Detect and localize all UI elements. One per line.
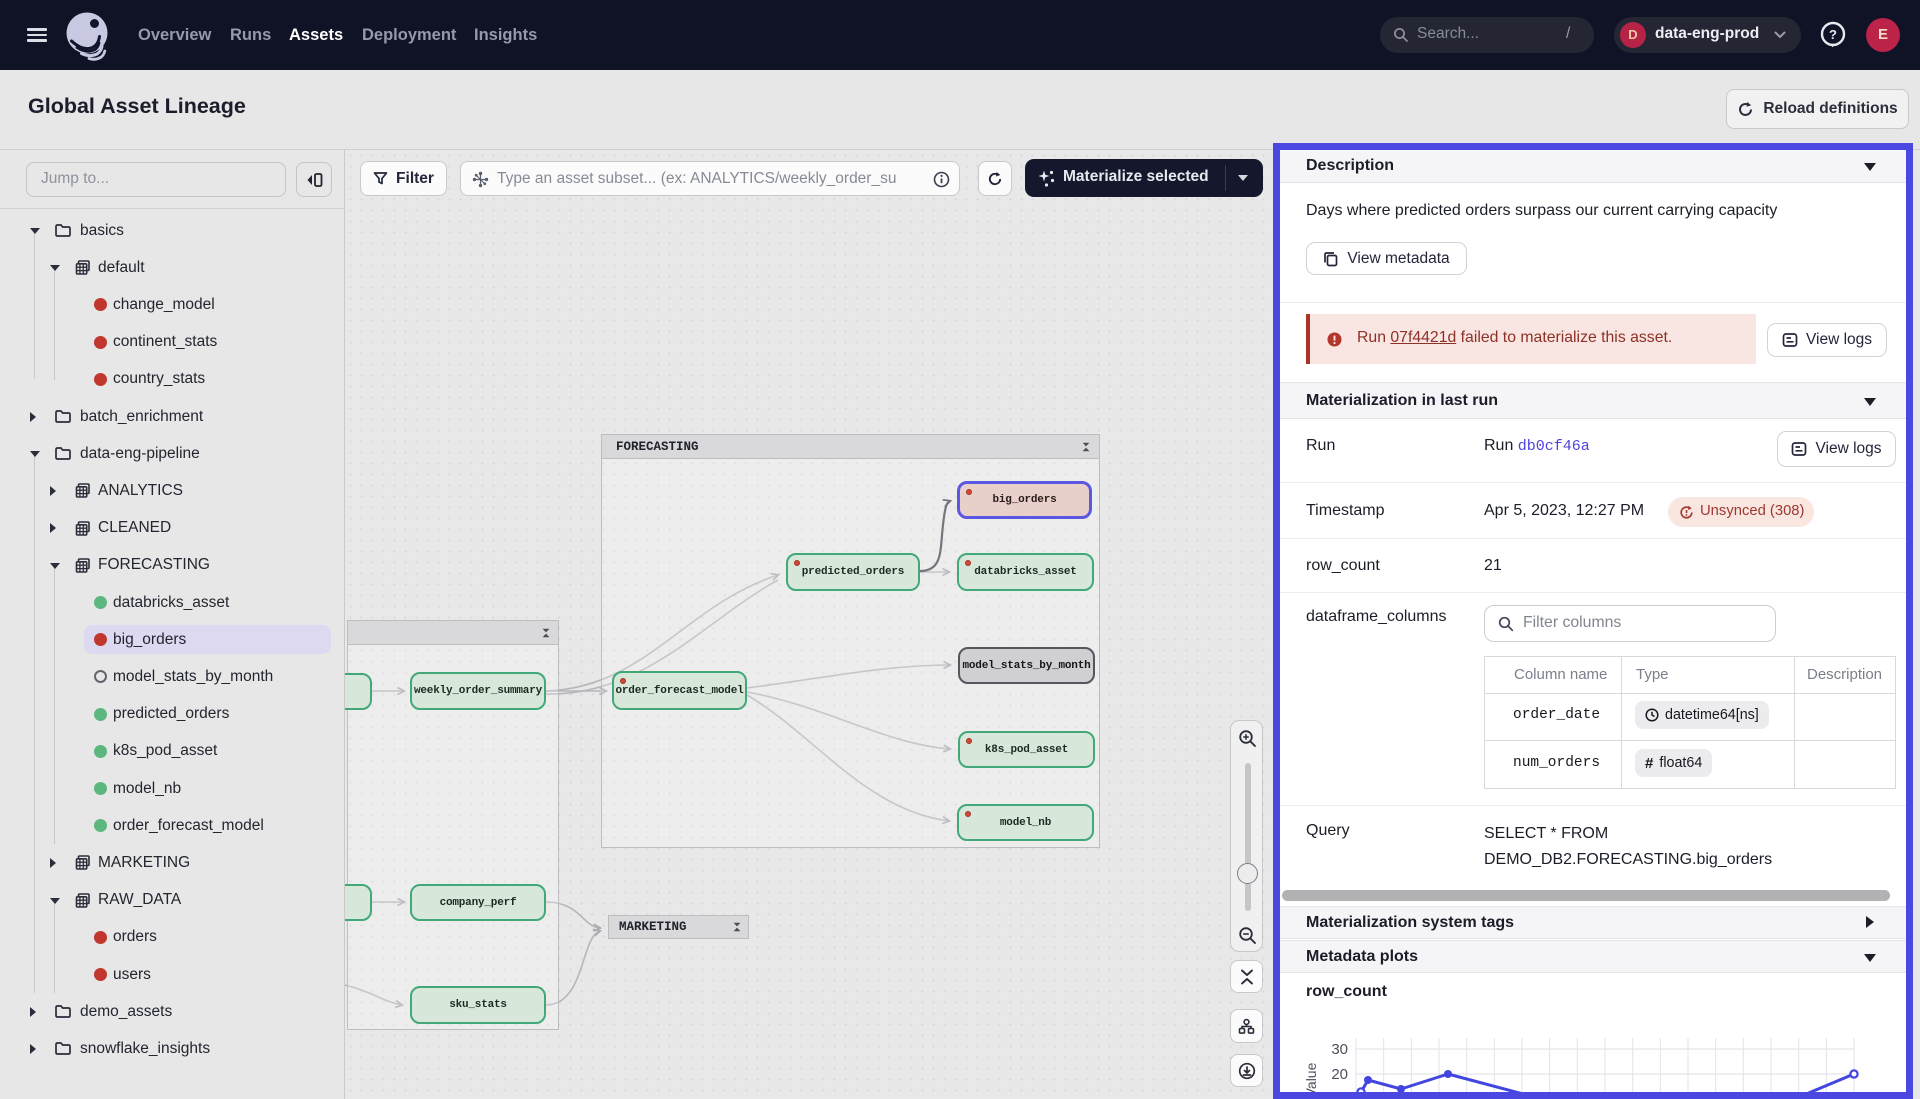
svg-text:Value: Value bbox=[1303, 1062, 1319, 1093]
svg-text:30: 30 bbox=[1331, 1041, 1348, 1058]
svg-text:?: ? bbox=[1829, 27, 1837, 42]
svg-text:20: 20 bbox=[1331, 1066, 1348, 1083]
svg-text:10: 10 bbox=[1331, 1090, 1348, 1093]
